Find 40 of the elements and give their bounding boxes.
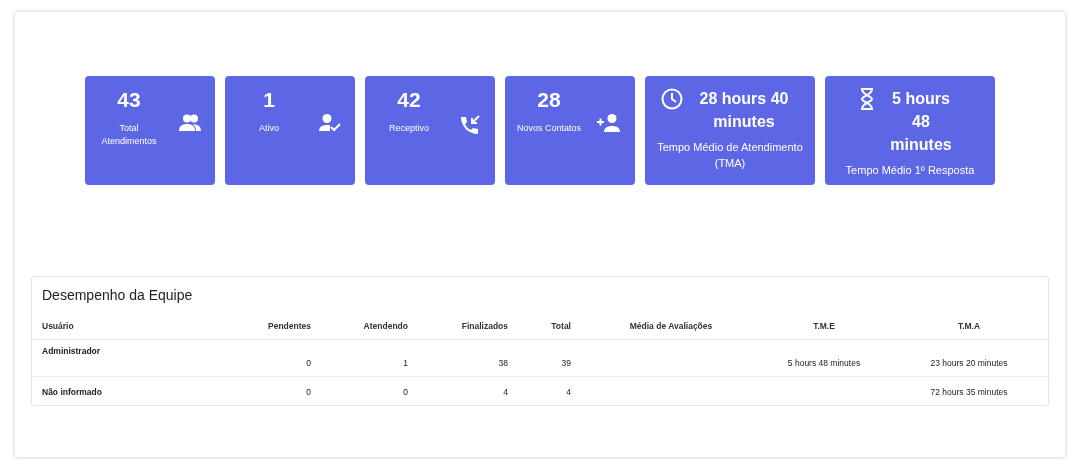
- table-cell: 38: [498, 358, 508, 368]
- hourglass-icon: [859, 88, 875, 110]
- clock-icon: [661, 88, 683, 110]
- table-cell: 5 hours 48 minutes: [787, 358, 861, 368]
- table-cell: 23 hours 20 minutes: [930, 358, 1008, 368]
- column-header: Média de Avaliações: [581, 312, 761, 340]
- stat-label: Total Atendimentos: [100, 122, 158, 148]
- column-header: Usuário: [32, 312, 216, 340]
- table-cell: 72 hours 35 minutes: [930, 387, 1008, 397]
- table-cell: 0: [403, 387, 408, 397]
- table-cell: 39: [561, 358, 571, 368]
- column-header: Finalizados: [418, 312, 518, 340]
- stat-value: 1: [263, 88, 275, 112]
- user-name: Não informado: [42, 387, 102, 397]
- time-label: Tempo Médio 1º Resposta: [845, 163, 975, 178]
- stat-label: Receptivo: [389, 122, 429, 135]
- user-check-icon: [319, 114, 341, 132]
- column-header: T.M.E: [761, 312, 887, 340]
- stat-label: Novos Contatos: [516, 122, 581, 135]
- table-cell: 0: [306, 358, 311, 368]
- incoming-call-icon: [459, 114, 481, 136]
- add-user-icon: [597, 114, 621, 132]
- column-header: Pendentes: [216, 312, 321, 340]
- column-header: T.M.A: [887, 312, 1051, 340]
- user-name: Administrador: [42, 346, 101, 356]
- column-header: Atendendo: [321, 312, 418, 340]
- table-cell: 4: [503, 387, 508, 397]
- table-cell: 1: [403, 358, 408, 368]
- stat-label: Ativo: [259, 122, 279, 135]
- time-value: 28 hours 40 minutes: [698, 89, 790, 132]
- stat-value: 43: [117, 88, 141, 112]
- stat-value: 28: [537, 88, 561, 112]
- time-value: 5 hours 48 minutes: [889, 89, 953, 155]
- time-label: Tempo Médio de Atendimento (TMA): [656, 140, 804, 171]
- stat-value: 42: [397, 88, 421, 112]
- people-icon: [179, 114, 201, 132]
- table-cell: 4: [566, 387, 571, 397]
- table-title: Desempenho da Equipe: [41, 286, 194, 304]
- column-header: Total: [518, 312, 581, 340]
- table-cell: 0: [306, 387, 311, 397]
